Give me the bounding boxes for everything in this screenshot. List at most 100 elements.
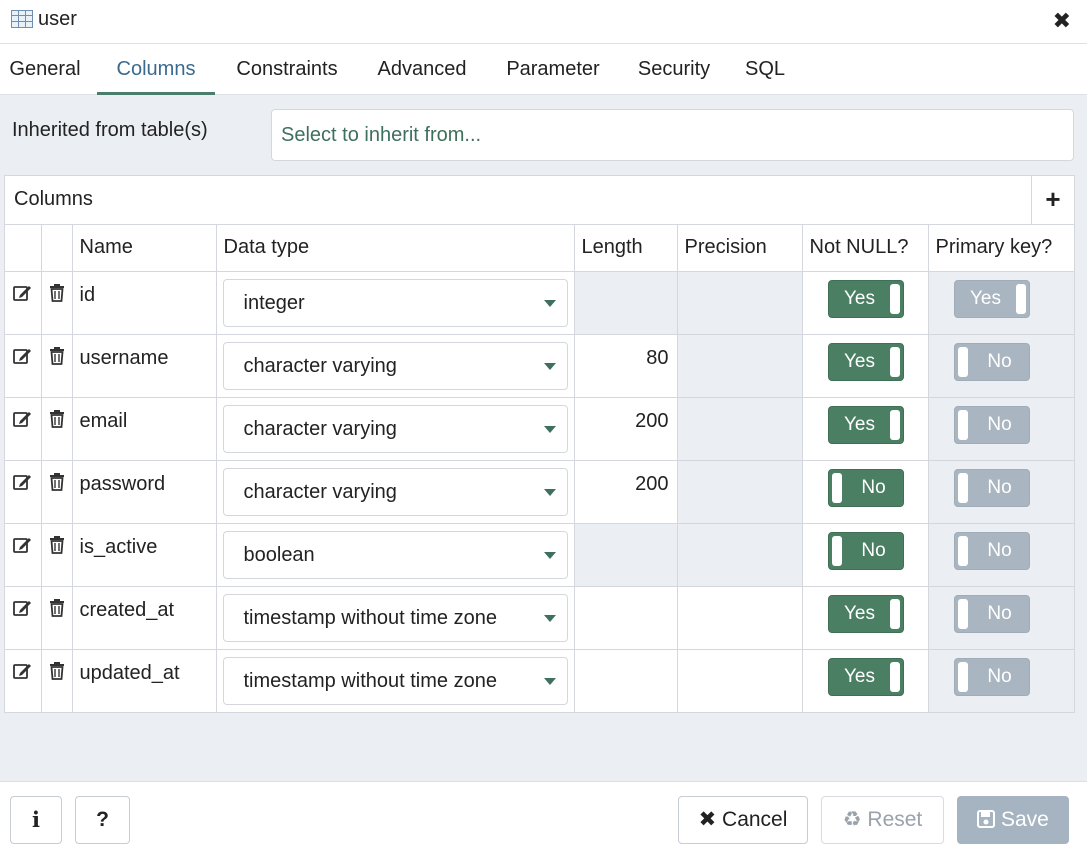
header-length: Length (574, 225, 678, 272)
data-type-value: timestamp without time zone (243, 669, 497, 692)
not-null-cell: Yes (802, 397, 929, 461)
not-null-toggle[interactable]: No (827, 468, 904, 507)
reset-button[interactable]: ♻ Reset (821, 796, 944, 844)
length-cell (574, 586, 678, 650)
columns-table: Name Data type Length Precision Not NULL… (5, 225, 1074, 712)
primary-key-toggle: No (953, 594, 1030, 633)
delete-row-icon[interactable] (41, 649, 73, 712)
column-name-cell[interactable]: email (72, 397, 217, 461)
column-name-cell[interactable]: username (72, 334, 217, 398)
header-primary-key: Primary key? (928, 225, 1074, 272)
table-icon (11, 10, 33, 28)
chevron-down-icon (543, 614, 556, 622)
precision-cell (677, 586, 803, 650)
tab-parameter[interactable]: Parameter (500, 45, 606, 95)
data-type-value: boolean (243, 543, 315, 566)
delete-row-icon[interactable] (41, 460, 73, 524)
edit-row-icon[interactable] (5, 460, 42, 524)
data-type-select[interactable]: boolean (222, 530, 568, 579)
column-name-cell[interactable]: password (72, 460, 217, 524)
precision-cell (677, 397, 803, 461)
save-label: Save (1000, 808, 1049, 831)
precision-cell (677, 649, 803, 712)
edit-row-icon[interactable] (5, 397, 42, 461)
precision-cell (677, 271, 803, 335)
primary-key-toggle-label: No (987, 413, 1012, 435)
header-name: Name (72, 225, 217, 272)
column-name-cell[interactable]: id (72, 271, 217, 335)
primary-key-toggle: No (953, 468, 1030, 507)
edit-row-icon[interactable] (5, 586, 42, 650)
length-cell[interactable]: 80 (574, 334, 678, 398)
primary-key-toggle-label: Yes (970, 287, 1001, 309)
column-name-cell[interactable]: updated_at (72, 649, 217, 712)
precision-cell (677, 334, 803, 398)
primary-key-cell: No (928, 523, 1074, 587)
length-cell[interactable]: 200 (574, 397, 678, 461)
cancel-label: Cancel (722, 808, 788, 831)
primary-key-cell: Yes (928, 271, 1074, 335)
data-type-cell: timestamp without time zone (216, 649, 575, 712)
tab-content: Inherited from table(s) Select to inheri… (0, 95, 1087, 781)
dialog-title: user (38, 8, 77, 30)
primary-key-cell: No (928, 586, 1074, 650)
dialog-titlebar: user ✖ (0, 0, 1087, 44)
delete-row-icon[interactable] (41, 397, 73, 461)
delete-row-icon[interactable] (41, 586, 73, 650)
data-type-cell: boolean (216, 523, 575, 587)
not-null-cell: Yes (802, 649, 929, 712)
edit-row-icon[interactable] (5, 334, 42, 398)
data-type-select[interactable]: timestamp without time zone (222, 593, 568, 642)
not-null-cell: No (802, 523, 929, 587)
data-type-cell: timestamp without time zone (216, 586, 575, 650)
length-cell[interactable]: 200 (574, 460, 678, 524)
delete-row-icon[interactable] (41, 334, 73, 398)
tab-sql[interactable]: SQL (743, 45, 787, 95)
not-null-toggle[interactable]: Yes (827, 594, 904, 633)
tab-advanced[interactable]: Advanced (372, 45, 472, 95)
data-type-select[interactable]: timestamp without time zone (222, 656, 568, 705)
table-row: password character varying 200 No No (5, 460, 1074, 524)
tab-constraints[interactable]: Constraints (230, 45, 344, 95)
add-column-button[interactable]: + (1031, 176, 1074, 224)
tab-general[interactable]: General (7, 45, 83, 95)
data-type-select[interactable]: character varying (222, 467, 568, 516)
data-type-select[interactable]: character varying (222, 404, 568, 453)
help-button[interactable]: ? (75, 796, 130, 844)
cancel-button[interactable]: ✖ Cancel (678, 796, 808, 844)
data-type-select[interactable]: character varying (222, 341, 568, 390)
delete-row-icon[interactable] (41, 271, 73, 335)
tab-columns[interactable]: Columns (97, 45, 215, 95)
edit-row-icon[interactable] (5, 271, 42, 335)
column-name-cell[interactable]: is_active (72, 523, 217, 587)
table-header-row: Name Data type Length Precision Not NULL… (5, 225, 1074, 272)
columns-grid-header: Columns + (5, 176, 1074, 225)
table-row: username character varying 80 Yes No (5, 334, 1074, 398)
inherit-label: Inherited from table(s) (12, 119, 208, 141)
inherit-select[interactable]: Select to inherit from... (271, 109, 1074, 161)
tab-security[interactable]: Security (633, 45, 715, 95)
column-name-cell[interactable]: created_at (72, 586, 217, 650)
not-null-cell: Yes (802, 271, 929, 335)
edit-row-icon[interactable] (5, 649, 42, 712)
chevron-down-icon (543, 299, 556, 307)
header-precision: Precision (677, 225, 803, 272)
edit-row-icon[interactable] (5, 523, 42, 587)
info-button[interactable]: i (10, 796, 62, 844)
data-type-select[interactable]: integer (222, 278, 568, 327)
not-null-toggle[interactable]: Yes (827, 657, 904, 696)
data-type-value: character varying (243, 354, 397, 377)
primary-key-toggle: No (953, 531, 1030, 570)
primary-key-cell: No (928, 334, 1074, 398)
close-icon[interactable]: ✖ (1053, 8, 1071, 34)
not-null-toggle[interactable]: Yes (827, 279, 904, 318)
delete-row-icon[interactable] (41, 523, 73, 587)
primary-key-toggle-label: No (987, 665, 1012, 687)
data-type-cell: integer (216, 271, 575, 335)
not-null-toggle[interactable]: Yes (827, 342, 904, 381)
tab-bar: General Columns Constraints Advanced Par… (0, 45, 1087, 95)
save-button[interactable]: Save (957, 796, 1069, 844)
not-null-toggle[interactable]: No (827, 531, 904, 570)
primary-key-toggle: No (953, 342, 1030, 381)
not-null-toggle[interactable]: Yes (827, 405, 904, 444)
